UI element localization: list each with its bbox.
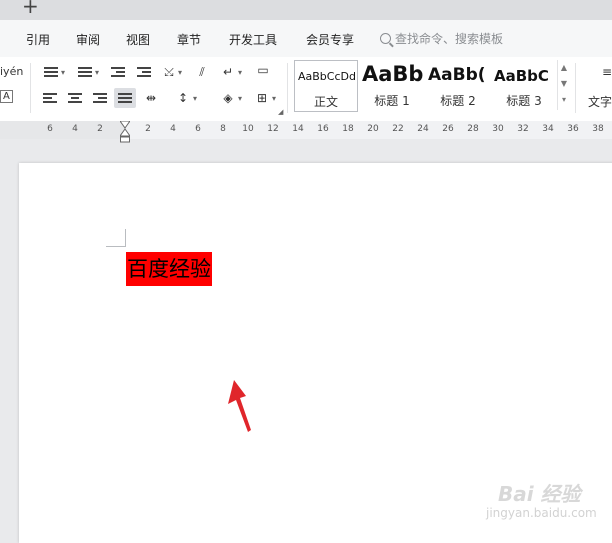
ruler-icon[interactable]: ▭ [253,63,273,77]
watermark-brand: Bai 经验 [498,482,581,506]
style-heading-1[interactable]: AaBb 标题 1 [360,60,424,110]
indent-marker[interactable] [120,121,130,143]
style-name: 正文 [313,95,338,109]
chevron-down-icon[interactable]: ▾ [193,94,197,103]
ruler-tick: 34 [542,124,554,134]
ruler-tick: 2 [145,124,151,134]
watermark-url: jingyan.baidu.com [486,506,597,520]
ruler-tick: 28 [467,124,479,134]
ruler-tick: 30 [492,124,504,134]
style-name: 标题 2 [440,94,476,108]
ruler-tick: 8 [220,124,226,134]
search-placeholder: 查找命令、搜索模板 [395,32,504,46]
horizontal-ruler[interactable]: 6 4 2 2 4 6 8 10 12 14 16 18 20 22 24 26… [0,121,612,139]
sort-icon[interactable]: ⫽ [193,65,211,79]
ruler-tick: 10 [242,124,254,134]
ruler-tick: 24 [417,124,429,134]
style-heading-3[interactable]: AaBbC 标题 3 [492,60,556,110]
style-sample: AaBbCcDd [298,70,356,83]
chevron-down-icon[interactable]: ▾ [95,68,99,77]
style-heading-2[interactable]: AaBb( 标题 2 [426,60,490,110]
char-border-button[interactable]: A [0,90,13,103]
chevron-up-icon[interactable]: ▲ [558,60,570,76]
line-spacing-icon[interactable]: ↕ [174,91,192,105]
style-sample: AaBb [362,62,424,86]
distributed-align-icon[interactable]: ⇹ [142,91,160,105]
menu-member[interactable]: 会员专享 [306,31,354,48]
new-tab-button[interactable]: + [22,0,39,17]
style-gallery: AaBbCcDd 正文 AaBb 标题 1 AaBb( 标题 2 AaBbC 标… [292,60,558,112]
separator [287,63,288,113]
margin-marker [106,246,126,247]
align-left-icon[interactable] [43,92,57,104]
separator [30,63,31,113]
text-tools-icon[interactable]: ≡ [598,65,612,79]
menu-developer-tools[interactable]: 开发工具 [229,31,277,48]
align-center-icon[interactable] [68,92,82,104]
menu-references[interactable]: 引用 [26,31,50,48]
numbered-list-icon[interactable] [78,66,92,78]
ruler-tick: 4 [170,124,176,134]
paragraph-dialog-launcher[interactable]: ◢ [278,108,283,116]
justify-icon[interactable] [118,92,132,104]
ruler-tick: 20 [367,124,379,134]
chevron-down-icon[interactable]: ▾ [61,68,65,77]
style-name: 标题 1 [374,94,410,108]
line-break-icon[interactable]: ↵ [219,65,237,79]
ruler-tick: 14 [292,124,304,134]
chevron-down-icon[interactable]: ▼ [558,76,570,92]
style-name: 标题 3 [506,94,542,108]
ruler-tick: 16 [317,124,329,134]
chevron-down-icon[interactable]: ▾ [238,94,242,103]
borders-icon[interactable]: ⊞ [253,91,271,105]
style-sample: AaBb( [428,65,486,85]
search-icon [380,33,391,44]
ruler-tick: 18 [342,124,354,134]
text-tools-label[interactable]: 文字 [588,93,612,110]
ruler-tick: 6 [195,124,201,134]
chevron-down-icon[interactable]: ▾ [272,94,276,103]
margin-marker [125,229,126,247]
watermark: Bai 经验 jingyan.baidu.com [470,470,610,530]
command-search[interactable]: 查找命令、搜索模板 [380,30,503,47]
highlighted-text[interactable]: 百度经验 [126,252,212,286]
align-right-icon[interactable] [93,92,107,104]
increase-indent-icon[interactable] [137,66,151,78]
ruler-tick: 36 [567,124,579,134]
ruler-tick: 22 [392,124,404,134]
shading-icon[interactable]: ◈ [219,91,237,105]
separator [575,63,576,113]
menu-view[interactable]: 视图 [126,31,150,48]
phonetic-guide-button[interactable]: iyén [0,65,23,78]
text-direction-icon[interactable]: ⤩ [160,65,178,79]
menu-review[interactable]: 审阅 [76,31,100,48]
ruler-tick: 2 [97,124,103,134]
chevron-down-icon[interactable]: ▾ [238,68,242,77]
ruler-tick: 6 [47,124,53,134]
ruler-tick: 32 [517,124,529,134]
gallery-scroll[interactable]: ▲ ▼ ▾ [557,60,570,110]
ruler-tick: 12 [267,124,279,134]
gallery-expand-icon[interactable]: ▾ [558,92,570,108]
decrease-indent-icon[interactable] [111,66,125,78]
bullet-list-icon[interactable] [44,66,58,78]
ruler-tick: 4 [72,124,78,134]
annotation-arrow [228,380,251,432]
menu-chapter[interactable]: 章节 [177,31,201,48]
style-sample: AaBbC [494,67,549,85]
tab-strip: + [0,0,612,20]
ruler-tick: 38 [592,124,604,134]
chevron-down-icon[interactable]: ▾ [178,68,182,77]
style-normal[interactable]: AaBbCcDd 正文 [294,60,358,112]
ruler-tick: 26 [442,124,454,134]
menu-bar: 引用 审阅 视图 章节 开发工具 会员专享 查找命令、搜索模板 [0,20,612,58]
